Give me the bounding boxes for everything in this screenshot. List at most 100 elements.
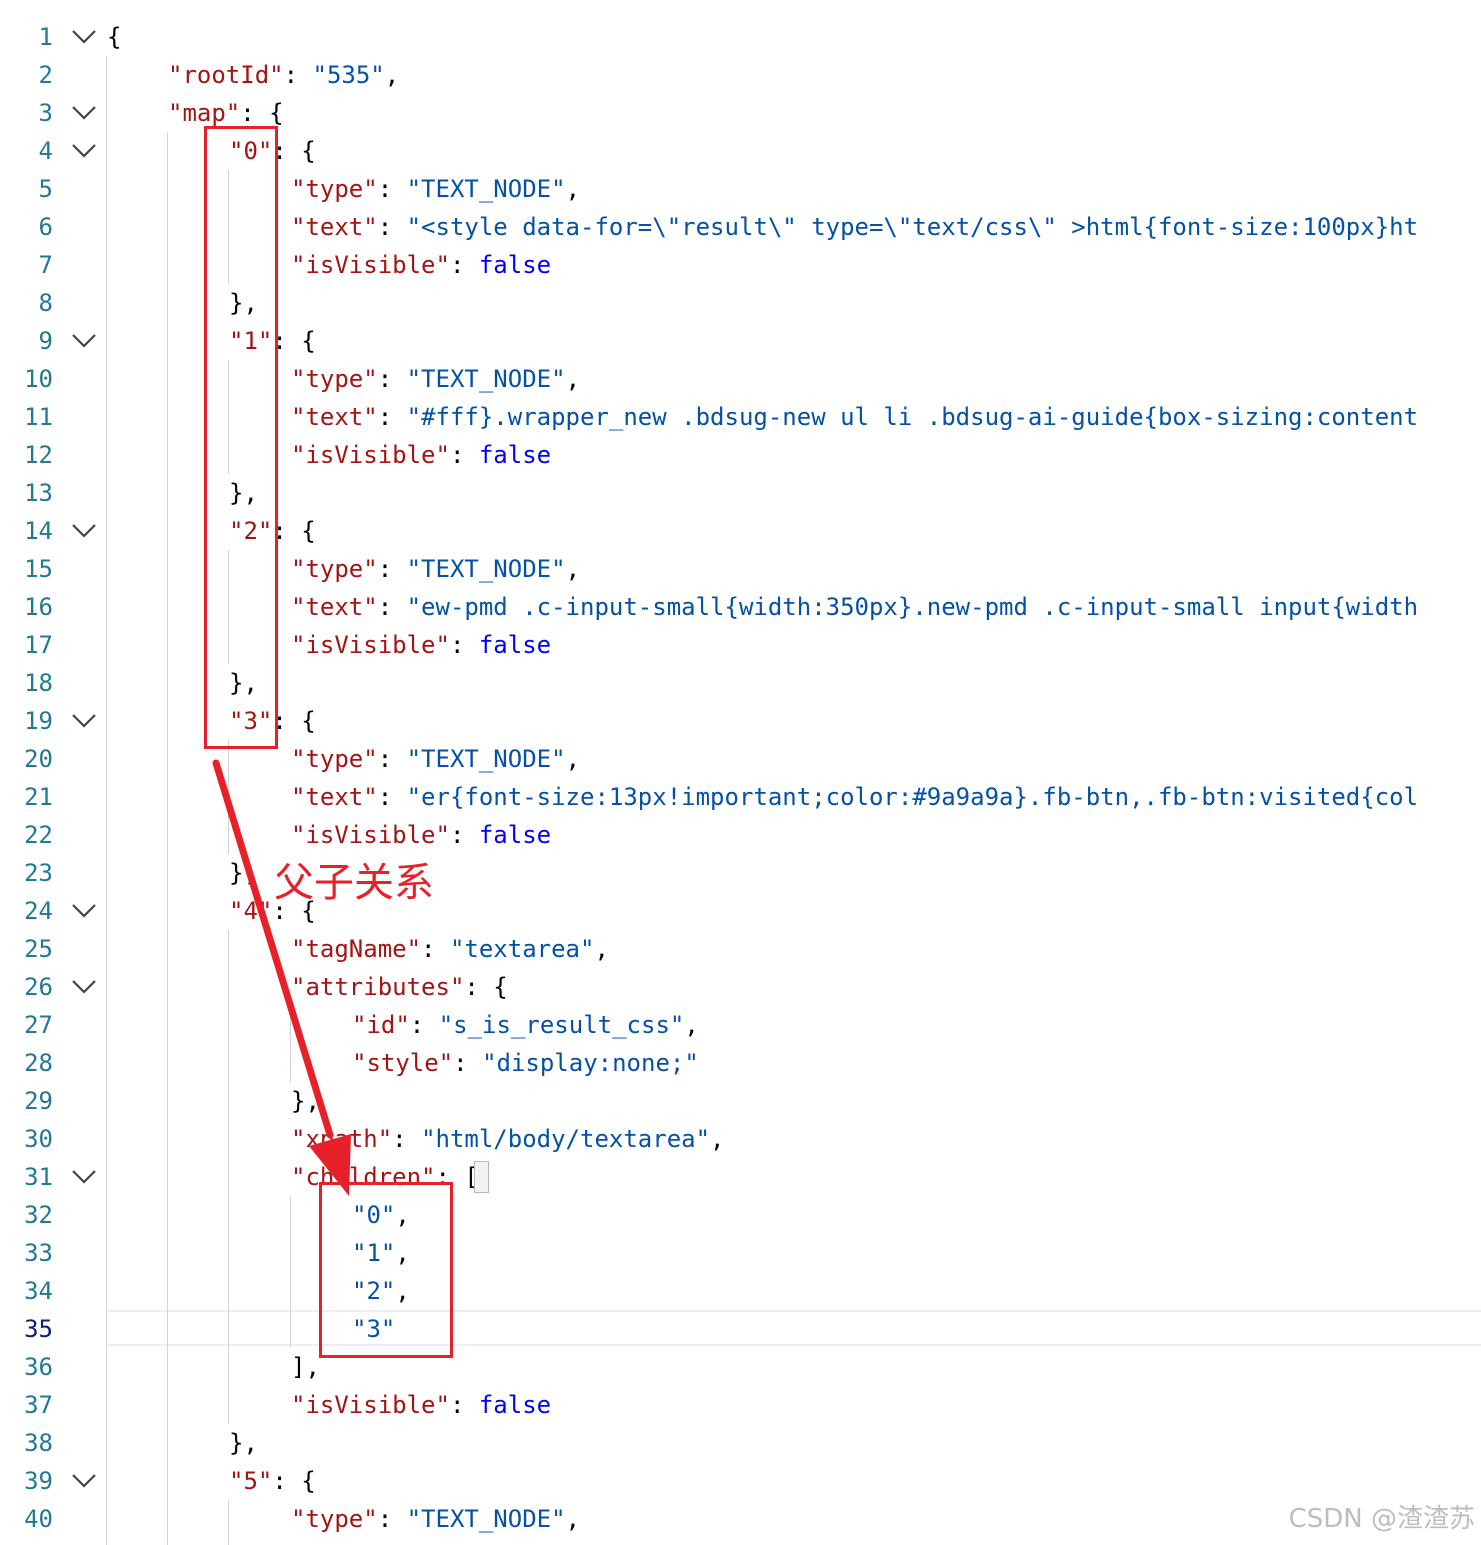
chevron-down-icon[interactable] [70, 706, 98, 734]
json-key: "tagName" [291, 935, 422, 963]
code-text: "attributes": { [291, 968, 508, 1006]
code-line[interactable]: 35 "3" [0, 1310, 1481, 1348]
json-key: "xpath" [291, 1125, 393, 1153]
chevron-down-icon[interactable] [70, 136, 98, 164]
code-text: "isVisible": false [291, 816, 551, 854]
punctuation: , [710, 1125, 725, 1153]
chevron-down-icon[interactable] [70, 972, 98, 1000]
line-number: 34 [24, 1277, 53, 1305]
chevron-down-icon[interactable] [70, 896, 98, 924]
code-line[interactable]: 28 "style": "display:none;" [0, 1044, 1481, 1082]
line-number: 22 [24, 821, 53, 849]
bracket-match-highlight [474, 1161, 489, 1193]
line-number: 13 [24, 479, 53, 507]
line-number: 37 [24, 1391, 53, 1419]
code-line[interactable]: 31 "children": [ [0, 1158, 1481, 1196]
line-number: 26 [24, 973, 53, 1001]
line-number: 21 [24, 783, 53, 811]
json-key: "5" [229, 1467, 273, 1495]
code-text: }, [291, 1082, 320, 1120]
json-string: "TEXT_NODE" [406, 175, 566, 203]
chevron-down-icon[interactable] [70, 326, 98, 354]
code-line[interactable]: 24 "4": { [0, 892, 1481, 930]
chevron-down-icon[interactable] [70, 1162, 98, 1190]
chevron-down-icon[interactable] [70, 98, 98, 126]
punctuation: : [377, 213, 407, 241]
line-number: 8 [38, 289, 53, 317]
code-line[interactable]: 25 "tagName": "textarea", [0, 930, 1481, 968]
code-text: "rootId": "535", [168, 56, 399, 94]
code-text: "text": "er{font-size:13px!important;col… [291, 778, 1418, 816]
json-key: "type" [291, 1505, 378, 1533]
code-line[interactable]: 27 "id": "s_is_result_css", [0, 1006, 1481, 1044]
code-line[interactable]: 29}, [0, 1082, 1481, 1120]
line-number: 16 [24, 593, 53, 621]
code-text: { [107, 18, 121, 56]
json-literal: false [478, 251, 552, 279]
line-number: 4 [38, 137, 53, 165]
code-line[interactable]: 23}, [0, 854, 1481, 892]
line-number: 6 [38, 213, 53, 241]
json-string: "TEXT_NODE" [406, 1505, 566, 1533]
code-line[interactable]: 1{ [0, 18, 1481, 56]
punctuation: : [377, 1505, 407, 1533]
line-number: 5 [38, 175, 53, 203]
punctuation: , [565, 365, 581, 393]
json-key: "text" [291, 403, 378, 431]
punctuation: , [565, 1505, 581, 1533]
json-key: "attributes" [291, 973, 465, 1001]
line-number: 32 [24, 1201, 53, 1229]
line-number: 40 [24, 1505, 53, 1533]
punctuation: : { [272, 1467, 316, 1495]
line-number: 29 [24, 1087, 53, 1115]
punctuation: : [409, 1011, 439, 1039]
code-text: "style": "display:none;" [352, 1044, 699, 1082]
code-line[interactable]: 38}, [0, 1424, 1481, 1462]
code-line[interactable]: 36], [0, 1348, 1481, 1386]
json-string: "html/body/textarea" [421, 1125, 711, 1153]
line-number: 7 [38, 251, 53, 279]
chevron-down-icon[interactable] [70, 516, 98, 544]
code-line[interactable]: 37 "isVisible": false [0, 1386, 1481, 1424]
code-line[interactable]: 32 "0", [0, 1196, 1481, 1234]
code-text: "text": "ew-pmd .c-input-small{width:350… [291, 588, 1418, 626]
json-string: "display:none;" [482, 1049, 699, 1077]
punctuation: : [377, 175, 407, 203]
punctuation: : { [240, 99, 284, 127]
code-text: "isVisible": false [291, 626, 551, 664]
json-string: "TEXT_NODE" [406, 365, 566, 393]
code-text: "type": "TEXT_NODE", [291, 1500, 580, 1538]
line-number: 2 [38, 61, 53, 89]
code-text: "isVisible": false [291, 246, 551, 284]
punctuation: : { [272, 137, 316, 165]
code-line[interactable]: 34 "2", [0, 1272, 1481, 1310]
line-number: 10 [24, 365, 53, 393]
code-line[interactable]: 30 "xpath": "html/body/textarea", [0, 1120, 1481, 1158]
punctuation: : [453, 1049, 483, 1077]
code-line[interactable]: 2 "rootId": "535", [0, 56, 1481, 94]
punctuation: : { [464, 973, 508, 1001]
chevron-down-icon[interactable] [70, 1466, 98, 1494]
line-number: 20 [24, 745, 53, 773]
line-number: 14 [24, 517, 53, 545]
punctuation: ], [291, 1353, 320, 1381]
json-key: "type" [291, 745, 378, 773]
punctuation: : [449, 251, 479, 279]
punctuation: , [594, 935, 609, 963]
line-number: 15 [24, 555, 53, 583]
code-line[interactable]: 33 "1", [0, 1234, 1481, 1272]
code-line[interactable]: 40 "type": "TEXT_NODE", [0, 1500, 1481, 1538]
code-line[interactable]: 39 "5": { [0, 1462, 1481, 1500]
punctuation: : [377, 745, 407, 773]
json-string: "textarea" [449, 935, 595, 963]
punctuation: : [449, 1391, 479, 1419]
code-line[interactable]: 21 "text": "er{font-size:13px!important;c… [0, 778, 1481, 816]
code-line[interactable]: 22 "isVisible": false [0, 816, 1481, 854]
code-text: "isVisible": false [291, 436, 551, 474]
punctuation: : { [272, 327, 316, 355]
punctuation: : [449, 441, 479, 469]
code-line[interactable]: 26 "attributes": { [0, 968, 1481, 1006]
json-key: "isVisible" [291, 251, 450, 279]
punctuation: , [565, 175, 581, 203]
chevron-down-icon[interactable] [70, 22, 98, 50]
